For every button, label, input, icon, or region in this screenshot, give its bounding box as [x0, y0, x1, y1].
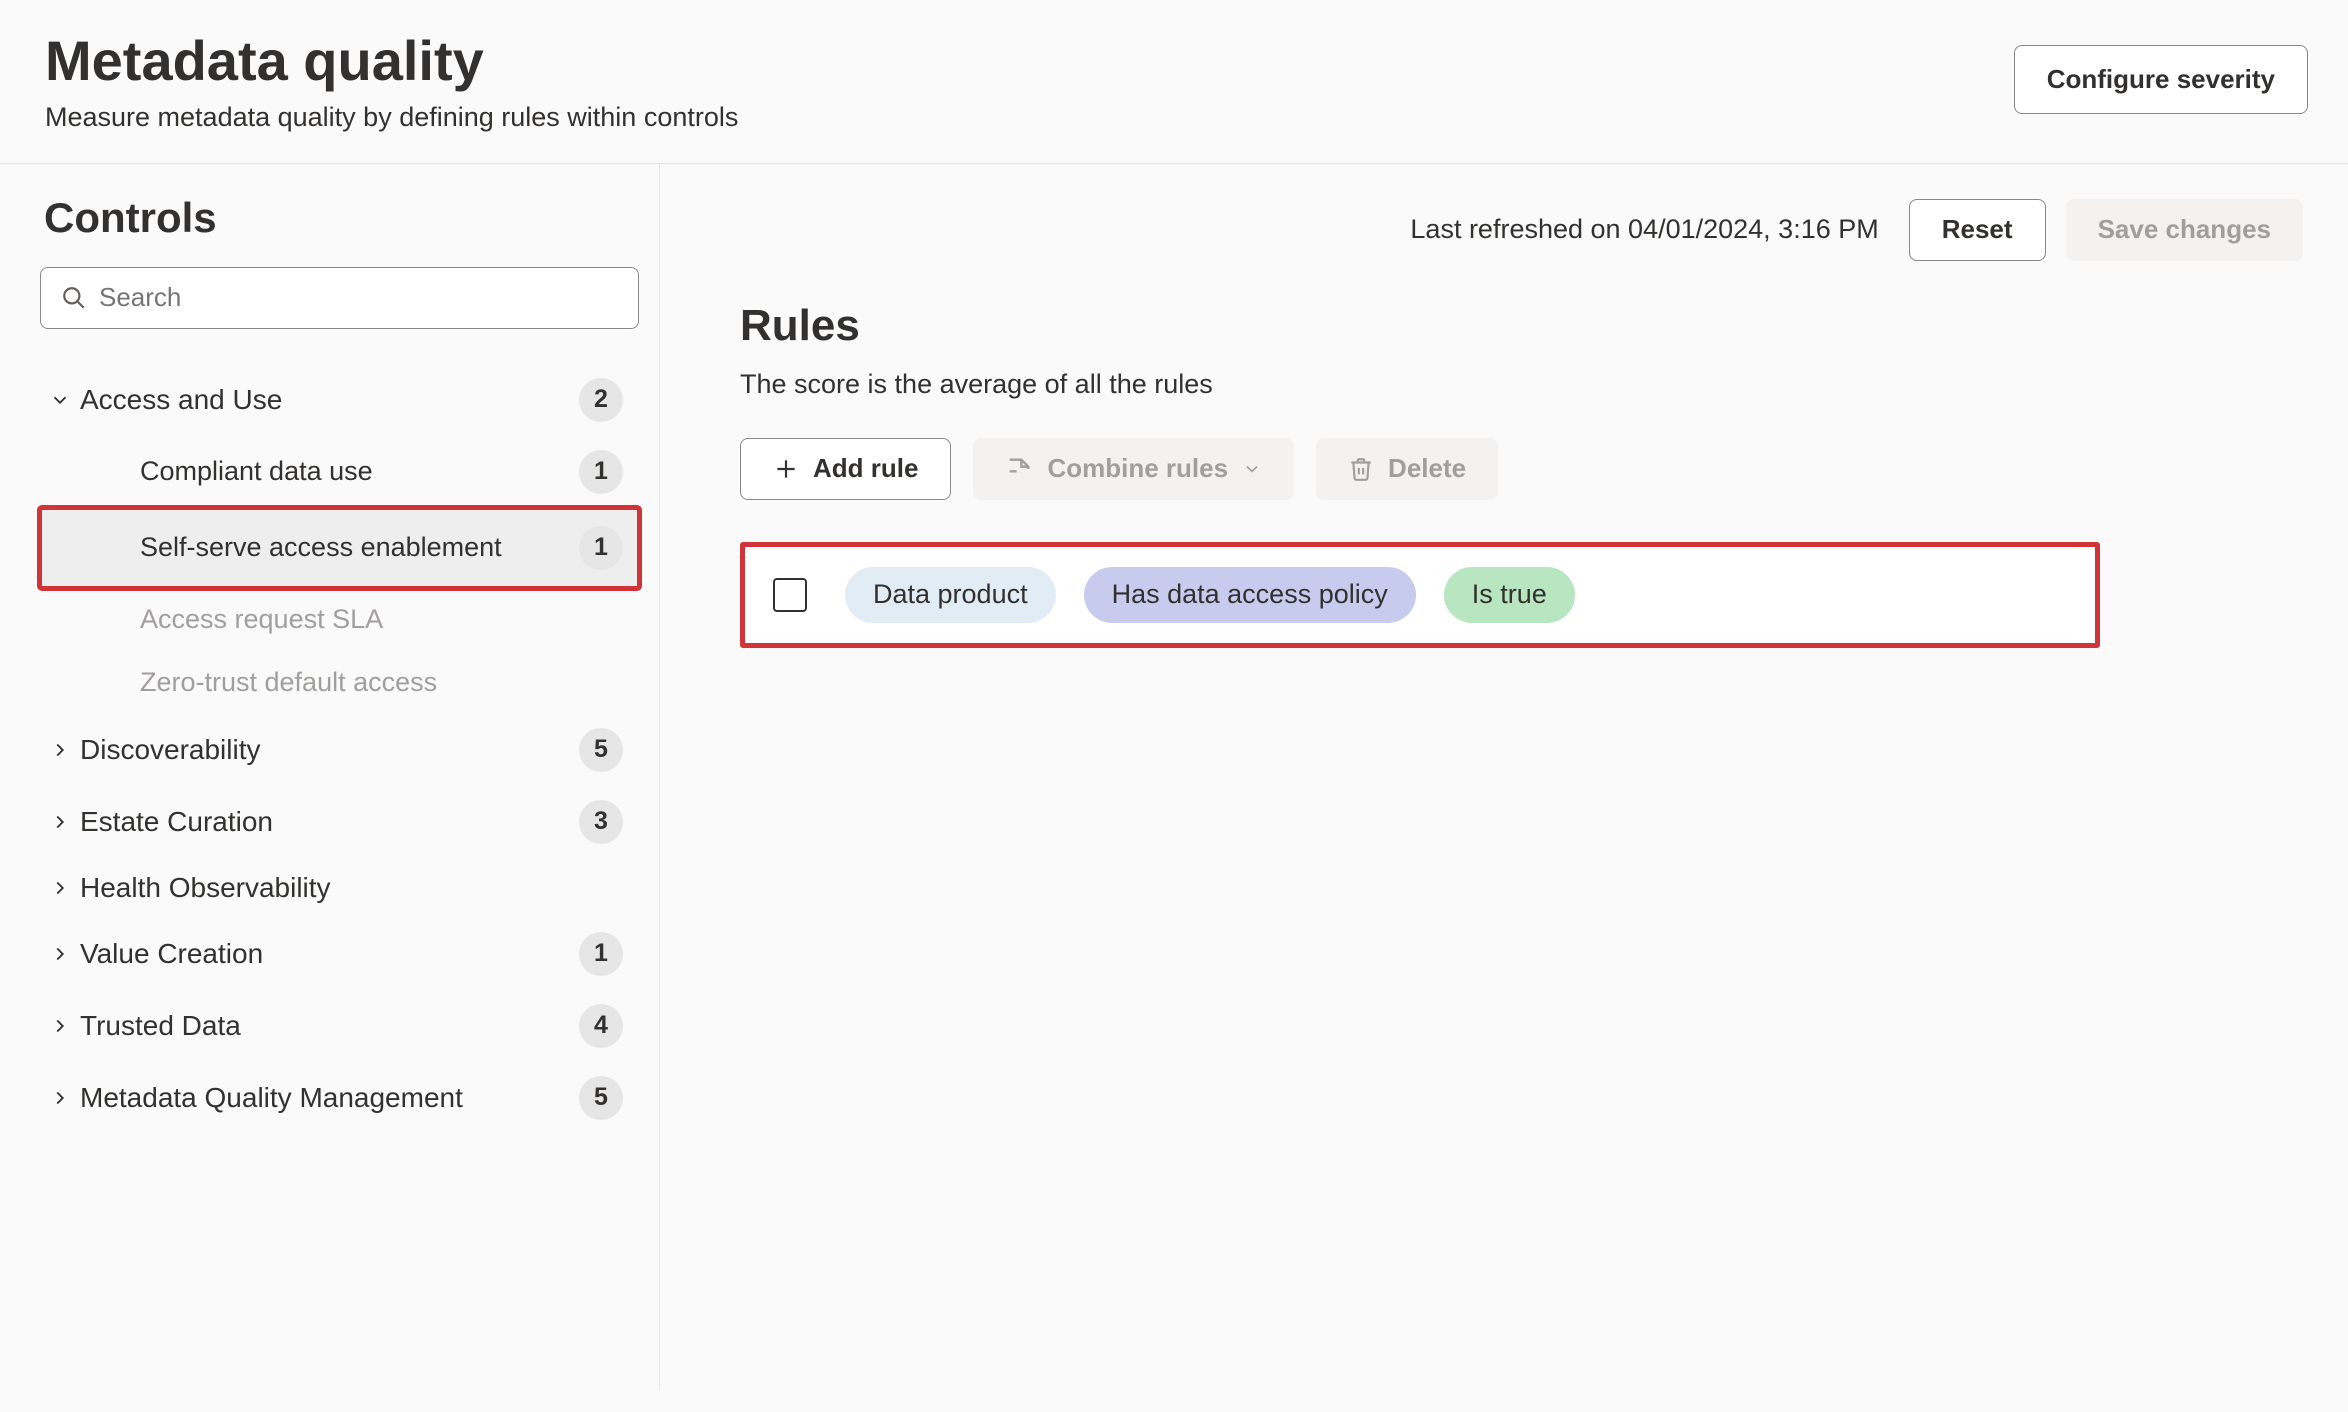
sidebar-group-discoverability[interactable]: Discoverability 5 — [40, 714, 639, 786]
rule-subject-pill[interactable]: Data product — [845, 567, 1056, 623]
sidebar-group-health-observability[interactable]: Health Observability — [40, 858, 639, 918]
sidebar-group-value-creation[interactable]: Value Creation 1 — [40, 918, 639, 990]
rules-description: The score is the average of all the rule… — [740, 369, 2303, 400]
sidebar-group-label: Access and Use — [80, 384, 579, 416]
combine-rules-button: Combine rules — [973, 438, 1294, 500]
configure-severity-button[interactable]: Configure severity — [2014, 45, 2308, 114]
chevron-right-icon — [40, 811, 80, 833]
rule-actions: Add rule Combine rules Delete — [740, 438, 2303, 500]
sidebar-group-estate-curation[interactable]: Estate Curation 3 — [40, 786, 639, 858]
sidebar-item-self-serve-access-enablement[interactable]: Self-serve access enablement 1 — [40, 508, 639, 588]
button-label: Add rule — [813, 453, 918, 484]
search-box[interactable] — [40, 267, 639, 329]
count-badge: 5 — [579, 1076, 623, 1120]
controls-sidebar: Controls Access and Use 2 Compliant data… — [0, 164, 660, 1391]
chevron-right-icon — [40, 1087, 80, 1109]
sidebar-item-label: Compliant data use — [140, 454, 579, 489]
rule-row-highlight: Data product Has data access policy Is t… — [740, 542, 2100, 648]
search-icon — [61, 285, 99, 311]
sidebar-group-label: Estate Curation — [80, 806, 579, 838]
trash-icon — [1348, 456, 1374, 482]
add-rule-button[interactable]: Add rule — [740, 438, 951, 500]
chevron-down-icon — [40, 389, 80, 411]
button-label: Delete — [1388, 453, 1466, 484]
main-area: Controls Access and Use 2 Compliant data… — [0, 164, 2348, 1391]
delete-button: Delete — [1316, 438, 1498, 500]
last-refreshed-text: Last refreshed on 04/01/2024, 3:16 PM — [1410, 214, 1878, 245]
chevron-right-icon — [40, 943, 80, 965]
chevron-down-icon — [1242, 459, 1262, 479]
rule-value-pill[interactable]: Is true — [1444, 567, 1575, 623]
count-badge: 1 — [579, 526, 623, 570]
sidebar-group-metadata-quality-management[interactable]: Metadata Quality Management 5 — [40, 1062, 639, 1134]
sidebar-item-label: Access request SLA — [140, 602, 631, 637]
rules-panel: Last refreshed on 04/01/2024, 3:16 PM Re… — [660, 164, 2348, 1391]
sidebar-item-access-request-sla[interactable]: Access request SLA — [40, 588, 639, 651]
chevron-right-icon — [40, 739, 80, 761]
chevron-right-icon — [40, 877, 80, 899]
combine-icon — [1005, 455, 1033, 483]
rule-row[interactable]: Data product Has data access policy Is t… — [763, 567, 1575, 623]
page-subtitle: Measure metadata quality by defining rul… — [45, 102, 738, 133]
save-changes-button: Save changes — [2066, 199, 2303, 261]
sidebar-group-trusted-data[interactable]: Trusted Data 4 — [40, 990, 639, 1062]
rules-heading: Rules — [740, 301, 2303, 351]
sidebar-item-compliant-data-use[interactable]: Compliant data use 1 — [40, 436, 639, 508]
sidebar-item-label: Zero-trust default access — [140, 665, 631, 700]
count-badge: 5 — [579, 728, 623, 772]
sidebar-group-access-and-use[interactable]: Access and Use 2 — [40, 364, 639, 436]
sidebar-group-label: Metadata Quality Management — [80, 1082, 579, 1114]
count-badge: 1 — [579, 932, 623, 976]
header-titles: Metadata quality Measure metadata qualit… — [45, 30, 738, 133]
plus-icon — [773, 456, 799, 482]
sidebar-group-label: Trusted Data — [80, 1010, 579, 1042]
controls-heading: Controls — [40, 194, 639, 242]
button-label: Combine rules — [1047, 453, 1228, 484]
count-badge: 4 — [579, 1004, 623, 1048]
sidebar-group-label: Health Observability — [80, 872, 631, 904]
sidebar-item-label: Self-serve access enablement — [140, 530, 579, 565]
content-toolbar: Last refreshed on 04/01/2024, 3:16 PM Re… — [740, 199, 2303, 261]
page-header: Metadata quality Measure metadata qualit… — [0, 0, 2348, 164]
count-badge: 3 — [579, 800, 623, 844]
reset-button[interactable]: Reset — [1909, 199, 2046, 261]
search-input[interactable] — [99, 282, 618, 313]
count-badge: 1 — [579, 450, 623, 494]
count-badge: 2 — [579, 378, 623, 422]
page-title: Metadata quality — [45, 30, 738, 92]
rule-checkbox[interactable] — [773, 578, 807, 612]
rule-predicate-pill[interactable]: Has data access policy — [1084, 567, 1416, 623]
chevron-right-icon — [40, 1015, 80, 1037]
sidebar-group-label: Discoverability — [80, 734, 579, 766]
sidebar-group-label: Value Creation — [80, 938, 579, 970]
sidebar-item-zero-trust-default-access[interactable]: Zero-trust default access — [40, 651, 639, 714]
